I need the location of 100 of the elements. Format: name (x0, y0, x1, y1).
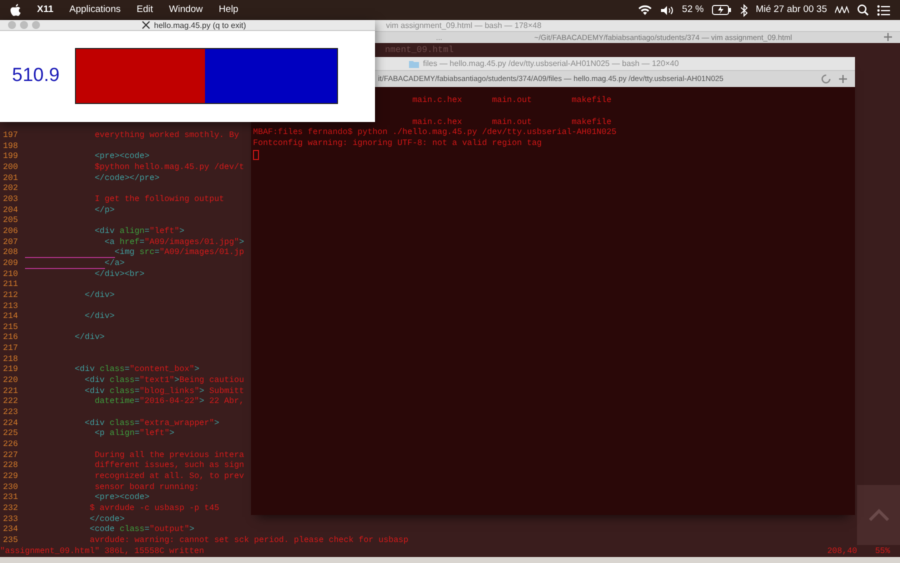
line-number: 197 (2, 131, 19, 142)
code-line: $python hello.mag.45.py /dev/t (94, 162, 244, 172)
cursor-position: 208,40 (827, 546, 858, 557)
window-title: hello.mag.45.py (q to exit) (154, 20, 246, 30)
line-number: 207 (2, 238, 19, 248)
code-line: different issues, such as sign (94, 461, 244, 470)
line-number: 235 (2, 536, 19, 547)
line-number: 200 (2, 162, 19, 174)
code-line: </div> (74, 333, 105, 342)
menu-item[interactable]: Help (218, 2, 238, 18)
wifi-icon[interactable] (638, 4, 652, 16)
code-line: </code> (88, 514, 125, 524)
terminal-line: main.c.hex main.out makefile (411, 118, 612, 127)
code-line: <a href="A09/images/01.jpg"> (104, 238, 244, 247)
code-line: avrdude: warning: cannot set sck period. please check for usbasp (88, 536, 408, 545)
new-tab-button[interactable] (884, 32, 892, 43)
code-line: everything worked smothly. By (94, 131, 240, 140)
volume-icon[interactable] (660, 4, 674, 16)
line-number: 230 (2, 482, 19, 494)
line-number: 218 (2, 354, 19, 366)
battery-icon[interactable] (712, 5, 732, 15)
menu-item[interactable]: Window (169, 2, 203, 18)
plus-icon (884, 33, 892, 42)
line-number: 228 (2, 461, 19, 472)
terminal-cursor (253, 150, 259, 160)
line-number: 216 (2, 333, 19, 344)
line-number: 202 (2, 184, 19, 195)
code-line: </div> (84, 290, 115, 300)
code-line: </code></pre> (94, 174, 160, 183)
line-number: 232 (2, 504, 19, 515)
line-number: 198 (2, 142, 19, 152)
line-number: 199 (2, 152, 19, 163)
line-number: 215 (2, 322, 19, 334)
line-number: 225 (2, 429, 19, 440)
list-icon[interactable] (877, 4, 890, 16)
window-title: vim assignment_09.html — bash — 178×48 (386, 21, 542, 30)
window-title: files — hello.mag.45.py /dev/tty.usbserial-AH01N025 — bash — 120×40 (423, 58, 679, 69)
code-line: <pre><code> (94, 493, 150, 502)
scroll-percent: 55% (875, 546, 890, 557)
line-number: 229 (2, 472, 19, 483)
line-number: 206 (2, 226, 19, 238)
menu-item[interactable]: Applications (69, 2, 121, 18)
code-line: $ avrdude -c usbasp -p t45 (88, 504, 220, 513)
code-line: datetime="2016-04-22"> 22 Abr, (94, 397, 244, 406)
line-number: 219 (2, 365, 19, 376)
code-line: <p align="left"> (94, 429, 174, 438)
status-menu-icon[interactable] (835, 6, 849, 14)
line-number: 209 (2, 258, 19, 270)
line-number: 233 (2, 514, 19, 526)
code-line: <div class="text1">Being cautiou (84, 376, 244, 386)
menu-item[interactable]: Edit (136, 2, 153, 18)
code-line: <code class="output"> (88, 525, 194, 534)
status-message: "assignment_09.html" 386L, 15558C written (0, 546, 204, 557)
code-line: <pre><code> (94, 152, 150, 162)
line-number: 208 (2, 248, 19, 259)
line-number: 234 (2, 525, 19, 536)
code-line: <div class="content_box"> (74, 365, 200, 374)
folder-icon (409, 60, 419, 68)
line-number: 224 (2, 418, 19, 430)
line-number: 204 (2, 206, 19, 216)
code-line: recognized at all. So, to prev (94, 472, 244, 481)
line-number: 214 (2, 312, 19, 323)
line-number: 221 (2, 386, 19, 398)
code-line: <div class="extra_wrapper"> (84, 418, 220, 428)
code-line: </div> (84, 312, 115, 322)
terminal-line: main.c.hex main.out makefile (411, 96, 612, 105)
line-number: 222 (2, 397, 19, 408)
menu-title[interactable]: X11 (37, 2, 54, 18)
menu-clock[interactable]: Mié 27 abr 00 35 (756, 2, 827, 18)
line-number: 205 (2, 216, 19, 227)
code-line: <img src="A09/images/01.jp (25, 248, 244, 258)
search-icon[interactable] (857, 4, 869, 16)
line-number: 212 (2, 290, 19, 302)
line-number: 226 (2, 440, 19, 451)
line-number: 223 (2, 408, 19, 419)
terminal-line: MBAF:files fernando$ python ./hello.mag.45.py /dev/tty.usbserial-AH01N025 (253, 128, 616, 138)
line-number: 210 (2, 270, 19, 280)
plus-icon (839, 74, 847, 83)
line-number: 231 (2, 493, 19, 504)
chevron-up-icon (868, 509, 888, 521)
bluetooth-icon[interactable] (740, 4, 748, 16)
line-number: 220 (2, 376, 19, 387)
reading-value: 510.9 (11, 64, 61, 88)
activity-icon (821, 74, 831, 84)
line-number: 203 (2, 194, 19, 206)
code-line: <div class="blog_links"> Submitt (84, 386, 244, 396)
code-line: </div><br> (94, 270, 144, 279)
code-line: sensor board running: (94, 482, 200, 492)
x11-icon (142, 21, 150, 29)
line-number: 201 (2, 174, 19, 184)
code-line: During all the previous intera (94, 450, 244, 460)
line-number: 211 (2, 280, 19, 291)
battery-text: 52 % (682, 2, 704, 17)
line-number: 217 (2, 344, 19, 355)
code-line: I get the following output (94, 194, 224, 204)
apple-icon (10, 4, 21, 16)
code-line: <div align="left"> (94, 226, 184, 236)
terminal-line: Fontconfig warning: ignoring UTF-8: not a valid region tag (253, 139, 542, 148)
code-line: </a> (25, 258, 125, 269)
line-number: 227 (2, 450, 19, 462)
